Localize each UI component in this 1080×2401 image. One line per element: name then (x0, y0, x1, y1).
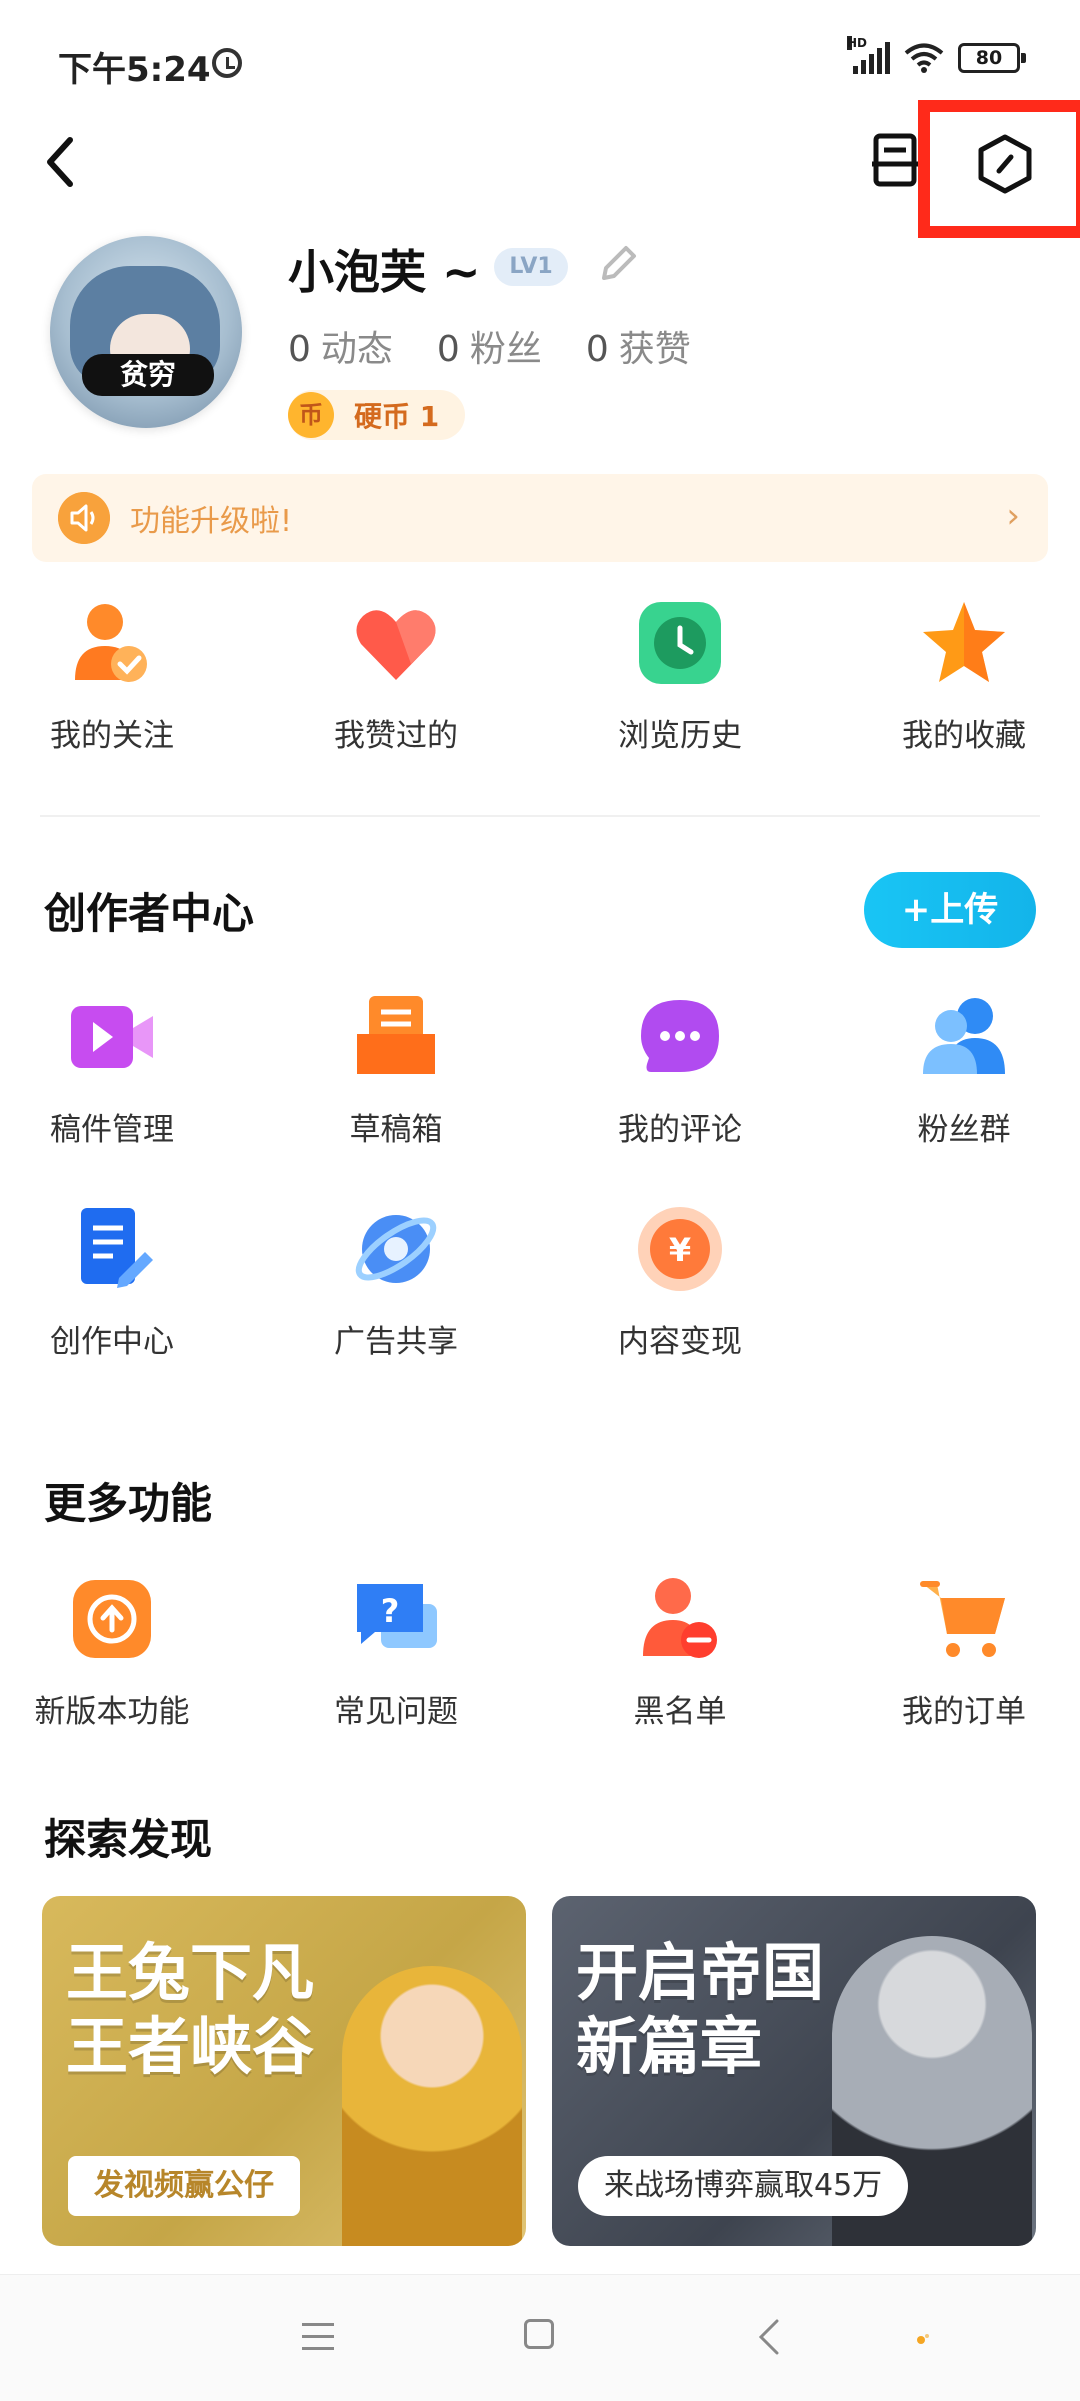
creator-item-label: 稿件管理 (50, 1112, 174, 1148)
divider (40, 815, 1040, 817)
card-cta: 来战场博弈赢取45万 (578, 2156, 909, 2216)
status-time: 下午5:24 (58, 50, 211, 90)
creator-item-comments[interactable]: 我的评论 (580, 992, 780, 1149)
group-icon (923, 998, 1005, 1074)
quick-item-history[interactable]: 浏览历史 (580, 598, 780, 755)
avatar[interactable]: 贫穷 (50, 236, 242, 428)
blacklist-icon (643, 1578, 717, 1658)
section-title-more: 更多功能 (44, 1479, 213, 1528)
drafts-icon (357, 996, 435, 1074)
faq-icon: ? (357, 1584, 437, 1648)
section-title-discover: 探索发现 (44, 1815, 213, 1864)
quick-item-favorites[interactable]: 我的收藏 (864, 598, 1064, 755)
settings-hexagon-icon[interactable] (976, 133, 1034, 195)
chevron-right-icon: › (1006, 496, 1020, 536)
creator-item-monetize[interactable]: ¥ 内容变现 (580, 1204, 780, 1361)
creator-item-label: 粉丝群 (917, 1112, 1011, 1148)
upgrade-notice-banner[interactable]: 功能升级啦! › (32, 474, 1048, 562)
level-badge: LV1 (494, 248, 568, 286)
update-icon (73, 1580, 151, 1658)
inbox-icon[interactable] (868, 130, 924, 190)
wifi-icon (904, 43, 944, 73)
avatar-badge: 贫穷 (82, 354, 214, 396)
stat-fans[interactable]: 0 粉丝 (437, 320, 542, 372)
section-title-creator: 创作者中心 (44, 889, 255, 938)
username: 小泡芙 ~ (288, 245, 481, 299)
edit-pencil-icon[interactable] (596, 242, 640, 286)
creator-item-fan-group[interactable]: 粉丝群 (864, 992, 1064, 1149)
coin-badge[interactable]: 币 硬币 1 (288, 390, 466, 440)
quick-item-label: 浏览历史 (618, 718, 742, 754)
back-icon[interactable] (38, 132, 86, 192)
creator-item-ad-share[interactable]: 广告共享 (296, 1204, 496, 1361)
heart-icon (356, 610, 436, 680)
speaker-icon (58, 492, 110, 544)
menu-icon[interactable] (302, 2323, 334, 2350)
creator-item-label: 我的评论 (618, 1112, 742, 1148)
status-indicators: HD 80 (847, 36, 1026, 74)
creator-item-manuscripts[interactable]: 稿件管理 (12, 992, 212, 1149)
discover-card[interactable]: 开启帝国 新篇章 来战场博弈赢取45万 (552, 1896, 1036, 2246)
card-title: 开启帝国 新篇章 (576, 1936, 825, 2083)
clock-icon (639, 602, 721, 684)
more-item-new-features[interactable]: 新版本功能 (12, 1574, 212, 1731)
assistant-icon[interactable] (916, 2333, 930, 2345)
creator-item-creation-center[interactable]: 创作中心 (12, 1204, 212, 1361)
battery-icon: 80 (958, 43, 1026, 73)
creator-item-label: 广告共享 (334, 1324, 458, 1360)
coin-count: 硬币 1 (354, 400, 440, 433)
quick-item-label: 我的收藏 (902, 718, 1026, 754)
more-item-label: 黑名单 (633, 1694, 727, 1730)
star-icon (923, 602, 1005, 682)
comment-icon (641, 1000, 719, 1072)
alarm-icon (212, 48, 242, 78)
quick-item-liked[interactable]: 我赞过的 (296, 598, 496, 755)
quick-item-following[interactable]: 我的关注 (12, 598, 212, 755)
document-icon (81, 1208, 153, 1288)
follow-icon (75, 604, 147, 682)
signal-icon: HD (847, 36, 890, 74)
upload-button[interactable]: +上传 (864, 872, 1036, 948)
video-icon (71, 1006, 153, 1068)
creator-item-label: 创作中心 (50, 1324, 174, 1360)
quick-item-label: 我赞过的 (334, 718, 458, 754)
planet-icon (355, 1215, 437, 1283)
coin-icon: 币 (288, 392, 334, 438)
stat-likes[interactable]: 0 获赞 (586, 320, 691, 372)
quick-item-label: 我的关注 (50, 718, 174, 754)
card-illustration (342, 1966, 522, 2246)
nav-back-icon[interactable] (755, 2317, 783, 2357)
creator-item-drafts[interactable]: 草稿箱 (296, 992, 496, 1149)
creator-item-label: 草稿箱 (349, 1112, 443, 1148)
discover-card[interactable]: 王兔下凡 王者峡谷 发视频赢公仔 (42, 1896, 526, 2246)
more-item-blacklist[interactable]: 黑名单 (580, 1574, 780, 1731)
more-item-faq[interactable]: ? 常见问题 (296, 1574, 496, 1731)
card-title: 王兔下凡 王者峡谷 (66, 1936, 315, 2083)
more-item-orders[interactable]: 我的订单 (864, 1574, 1064, 1731)
more-item-label: 我的订单 (902, 1694, 1026, 1730)
cart-icon (920, 1581, 1005, 1657)
profile-stats: 0 动态 0 粉丝 0 获赞 (288, 320, 691, 372)
notice-text: 功能升级啦! (130, 504, 293, 539)
yuan-coin-icon: ¥ (638, 1207, 722, 1291)
card-cta: 发视频赢公仔 (68, 2156, 300, 2216)
more-item-label: 常见问题 (334, 1694, 458, 1730)
system-nav-bar (0, 2274, 1080, 2401)
more-item-label: 新版本功能 (34, 1694, 190, 1730)
home-icon[interactable] (524, 2319, 554, 2349)
network-type: HD (847, 36, 868, 50)
svg-text:?: ? (381, 1592, 400, 1630)
stat-posts[interactable]: 0 动态 (288, 320, 393, 372)
creator-item-label: 内容变现 (618, 1324, 742, 1360)
svg-text:¥: ¥ (669, 1231, 691, 1269)
